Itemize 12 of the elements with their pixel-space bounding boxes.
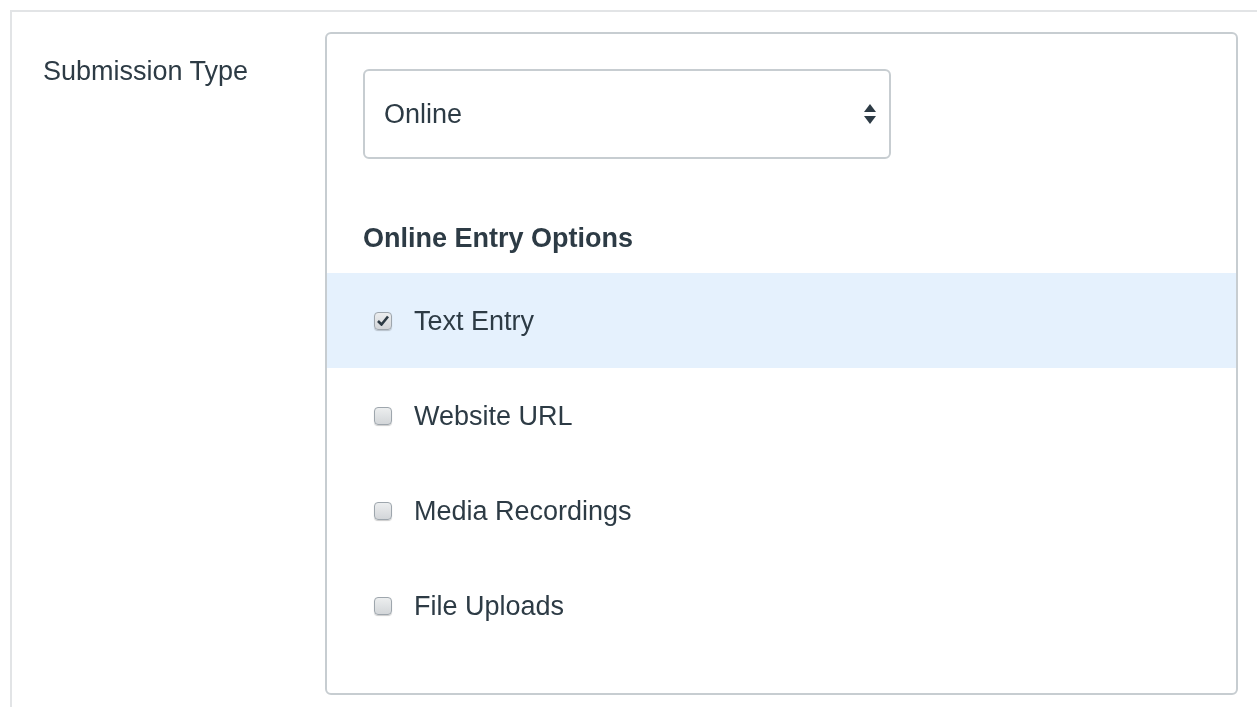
checkbox[interactable]	[374, 311, 392, 330]
option-label: Website URL	[414, 399, 573, 433]
option-label: Media Recordings	[414, 494, 632, 528]
section-heading: Online Entry Options	[363, 222, 634, 255]
checkbox[interactable]	[374, 406, 392, 425]
checkbox[interactable]	[374, 501, 392, 520]
option-label: File Uploads	[414, 589, 565, 623]
sort-arrows-icon	[863, 103, 877, 125]
submission-type-select[interactable]: Online	[363, 69, 891, 159]
option-label: Text Entry	[414, 304, 535, 338]
field-label: Submission Type	[43, 55, 250, 88]
checkbox[interactable]	[374, 596, 392, 615]
